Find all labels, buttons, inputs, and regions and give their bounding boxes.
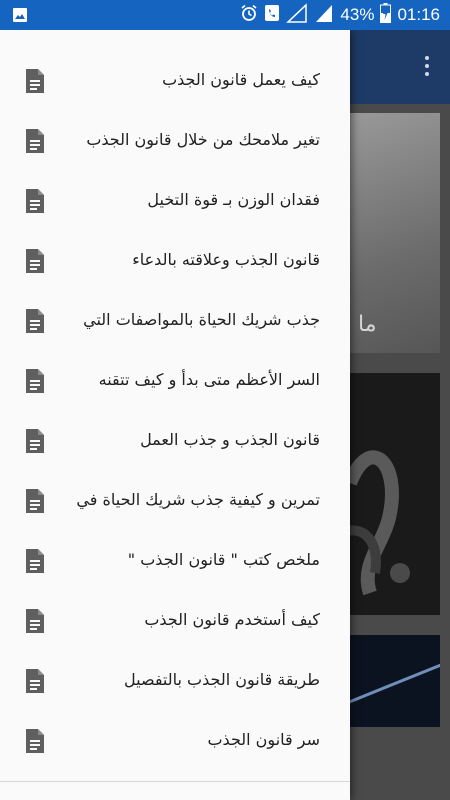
article-card[interactable] xyxy=(340,113,440,353)
drawer-item[interactable]: قانون الجذب و جذب العمل xyxy=(0,410,350,470)
document-icon xyxy=(25,728,45,754)
article-card[interactable] xyxy=(340,635,440,727)
drawer-item-label: فقدان الوزن بـ قوة التخيل xyxy=(147,190,320,209)
battery-percent: 43% xyxy=(340,5,375,24)
document-icon xyxy=(25,68,45,94)
drawer-item-label: ملخص كتب " قانون الجذب " xyxy=(127,550,320,569)
document-icon xyxy=(25,188,45,214)
drawer-item[interactable]: كيف يعمل قانون الجذب xyxy=(0,50,350,110)
drawer-item-label: قانون الجذب و جذب العمل xyxy=(140,430,320,449)
drawer-item-label: السر الأعظم متى بدأ و كيف تتقنه xyxy=(98,370,320,389)
battery-charging-icon xyxy=(380,3,392,27)
alarm-icon xyxy=(240,4,258,26)
document-icon xyxy=(25,548,45,574)
card-title-fragment: ما xyxy=(358,312,377,337)
document-icon xyxy=(25,368,45,394)
overflow-menu-icon[interactable] xyxy=(424,56,430,80)
signal-icon xyxy=(314,3,334,27)
status-bar: 43% 01:16 xyxy=(0,0,450,30)
document-icon xyxy=(25,668,45,694)
drawer-item[interactable]: تمرين و كيفية جذب شريك الحياة في xyxy=(0,470,350,530)
navigation-drawer: كيف يعمل قانون الجذب تغير ملامحك من خلال … xyxy=(0,30,350,800)
drawer-item[interactable]: ملخص كتب " قانون الجذب " xyxy=(0,530,350,590)
phone-call-icon xyxy=(264,4,280,26)
article-card[interactable] xyxy=(340,373,440,615)
drawer-item[interactable]: قانون الجذب وعلاقته بالدعاء xyxy=(0,230,350,290)
document-icon xyxy=(25,308,45,334)
document-icon xyxy=(25,128,45,154)
drawer-item[interactable]: طريقة قانون الجذب بالتفصيل xyxy=(0,650,350,710)
drawer-item-label: طريقة قانون الجذب بالتفصيل xyxy=(124,670,320,689)
no-signal-icon xyxy=(286,3,308,27)
drawer-item-label: تمرين و كيفية جذب شريك الحياة في xyxy=(76,490,320,509)
drawer-item-label: كيف يعمل قانون الجذب xyxy=(162,70,320,89)
drawer-item-label: قانون الجذب وعلاقته بالدعاء xyxy=(132,250,320,269)
drawer-item[interactable]: السر الأعظم متى بدأ و كيف تتقنه xyxy=(0,350,350,410)
document-icon xyxy=(25,248,45,274)
drawer-item[interactable]: جذب شريك الحياة بالمواصفات التي xyxy=(0,290,350,350)
clock: 01:16 xyxy=(397,5,440,24)
document-icon xyxy=(25,608,45,634)
drawer-item-label: جذب شريك الحياة بالمواصفات التي xyxy=(83,310,320,329)
drawer-item-label: سر قانون الجذب xyxy=(207,730,320,749)
drawer-item[interactable]: كيف أستخدم قانون الجذب xyxy=(0,590,350,650)
document-icon xyxy=(25,488,45,514)
drawer-item[interactable]: تغير ملامحك من خلال قانون الجذب xyxy=(0,110,350,170)
divider xyxy=(0,781,350,782)
drawer-item[interactable]: سر قانون الجذب xyxy=(0,710,350,770)
drawer-item-label: تغير ملامحك من خلال قانون الجذب xyxy=(86,130,320,149)
drawer-item-label: كيف أستخدم قانون الجذب xyxy=(144,610,320,629)
document-icon xyxy=(25,428,45,454)
drawer-item[interactable]: فقدان الوزن بـ قوة التخيل xyxy=(0,170,350,230)
image-icon xyxy=(12,7,28,27)
